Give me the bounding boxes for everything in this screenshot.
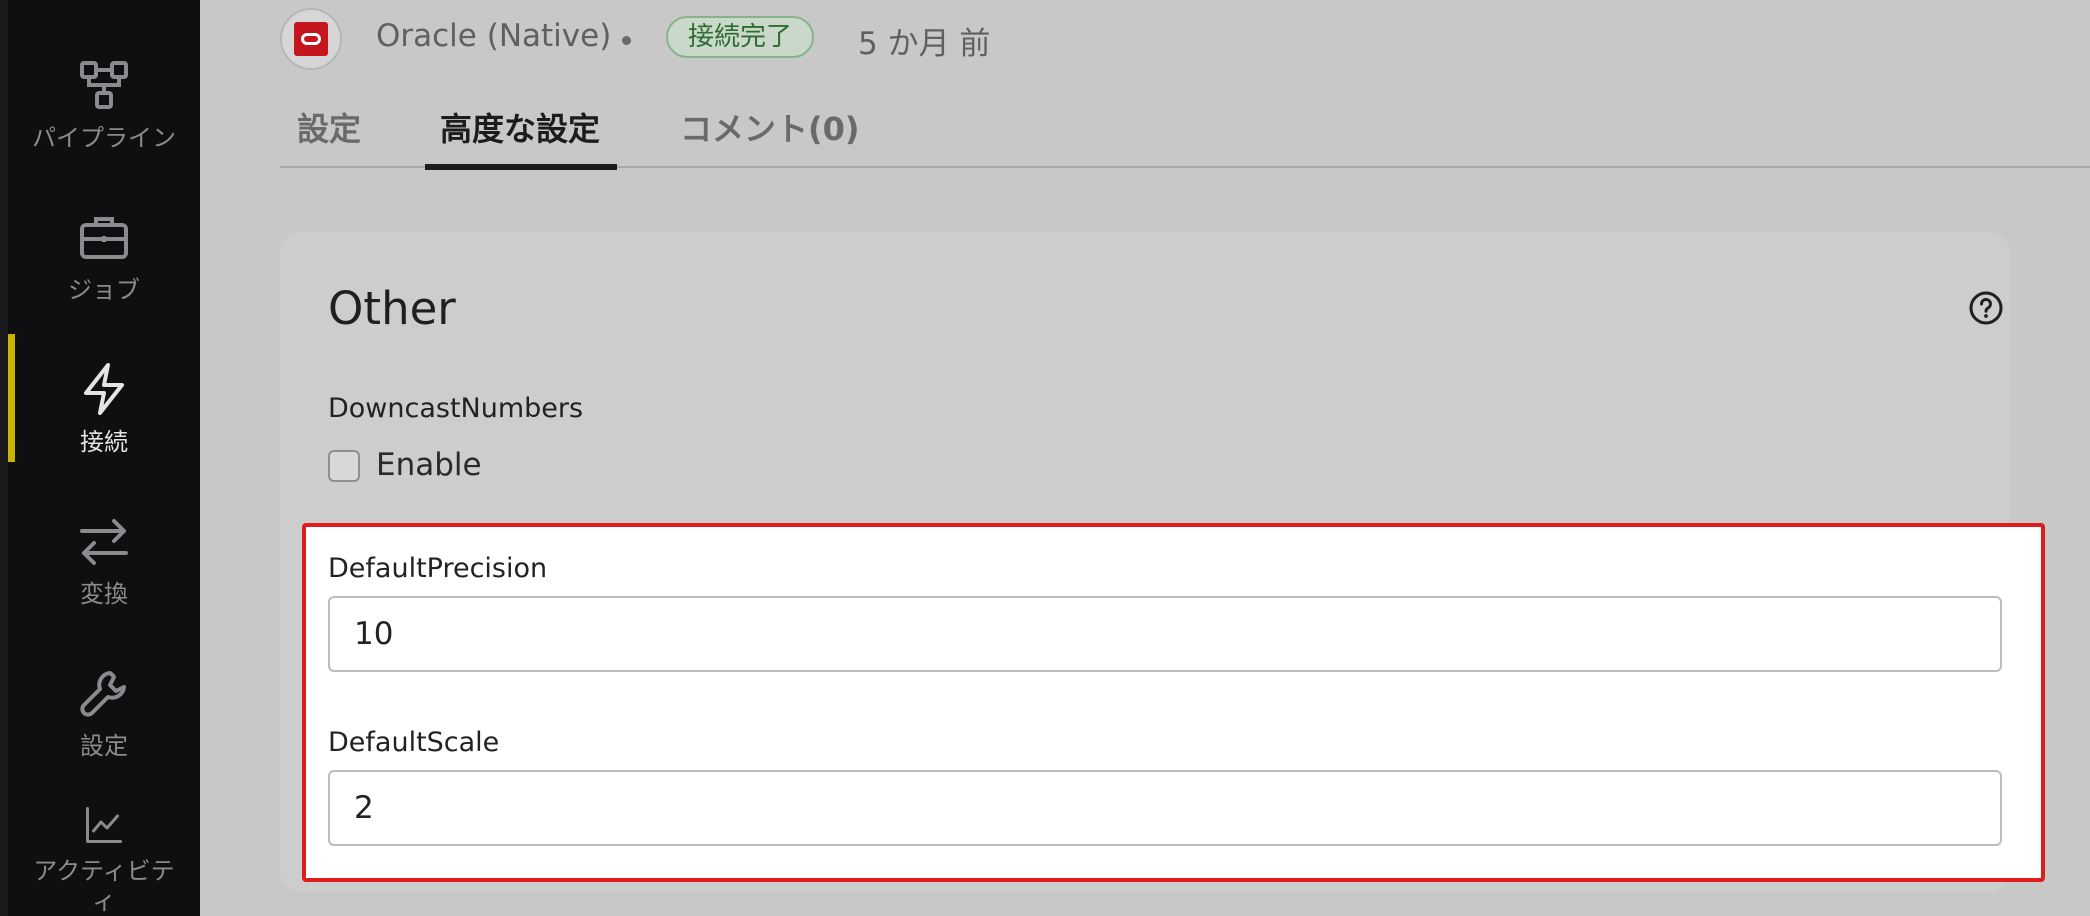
default-precision-label: DefaultPrecision bbox=[328, 553, 548, 584]
oracle-logo-icon bbox=[280, 8, 342, 70]
sidebar-item-label: パイプライン bbox=[32, 124, 176, 152]
enable-checkbox-label[interactable]: Enable bbox=[376, 447, 482, 483]
sidebar-edge bbox=[0, 0, 8, 916]
briefcase-icon bbox=[80, 217, 128, 259]
status-badge: 接続完了 bbox=[666, 16, 815, 58]
default-scale-input[interactable] bbox=[328, 770, 2002, 846]
sidebar-item-settings[interactable]: 設定 bbox=[8, 638, 200, 788]
chart-line-icon bbox=[86, 807, 122, 843]
tab-comments[interactable]: コメント(0) bbox=[680, 104, 860, 150]
sidebar-item-label: アクティビティ bbox=[33, 857, 175, 915]
sidebar-item-jobs[interactable]: ジョブ bbox=[8, 182, 200, 332]
wrench-icon bbox=[80, 671, 126, 717]
swap-arrows-icon bbox=[80, 519, 128, 565]
separator-dot bbox=[622, 36, 631, 45]
tab-advanced-settings[interactable]: 高度な設定 bbox=[440, 104, 600, 150]
sidebar-item-activity[interactable]: アクティビティ bbox=[8, 790, 200, 916]
lightning-icon bbox=[84, 363, 124, 415]
downcast-numbers-label: DowncastNumbers bbox=[328, 393, 584, 424]
default-precision-input[interactable] bbox=[328, 596, 2002, 672]
pipeline-icon bbox=[80, 61, 128, 109]
sidebar-item-transform[interactable]: 変換 bbox=[8, 486, 200, 636]
connection-name: Oracle (Native) bbox=[376, 18, 612, 54]
active-tab-indicator bbox=[425, 164, 617, 170]
sidebar-item-connections[interactable]: 接続 bbox=[8, 334, 200, 484]
default-scale-label: DefaultScale bbox=[328, 727, 500, 758]
section-title: Other bbox=[328, 282, 456, 335]
help-icon[interactable] bbox=[1968, 290, 2004, 326]
sidebar-item-pipeline[interactable]: パイプライン bbox=[8, 30, 200, 180]
sidebar-item-label: ジョブ bbox=[68, 276, 140, 304]
sidebar-item-label: 接続 bbox=[80, 428, 128, 456]
sidebar-item-label: 変換 bbox=[80, 580, 128, 608]
last-updated: 5 か月 前 bbox=[858, 26, 991, 62]
tab-settings[interactable]: 設定 bbox=[297, 104, 361, 150]
enable-checkbox[interactable] bbox=[328, 450, 360, 482]
sidebar: パイプライン ジョブ 接続 変換 設定 アクティビティ bbox=[0, 0, 200, 916]
sidebar-item-label: 設定 bbox=[80, 732, 128, 760]
tab-bar: 設定 高度な設定 コメント(0) bbox=[280, 100, 2090, 170]
